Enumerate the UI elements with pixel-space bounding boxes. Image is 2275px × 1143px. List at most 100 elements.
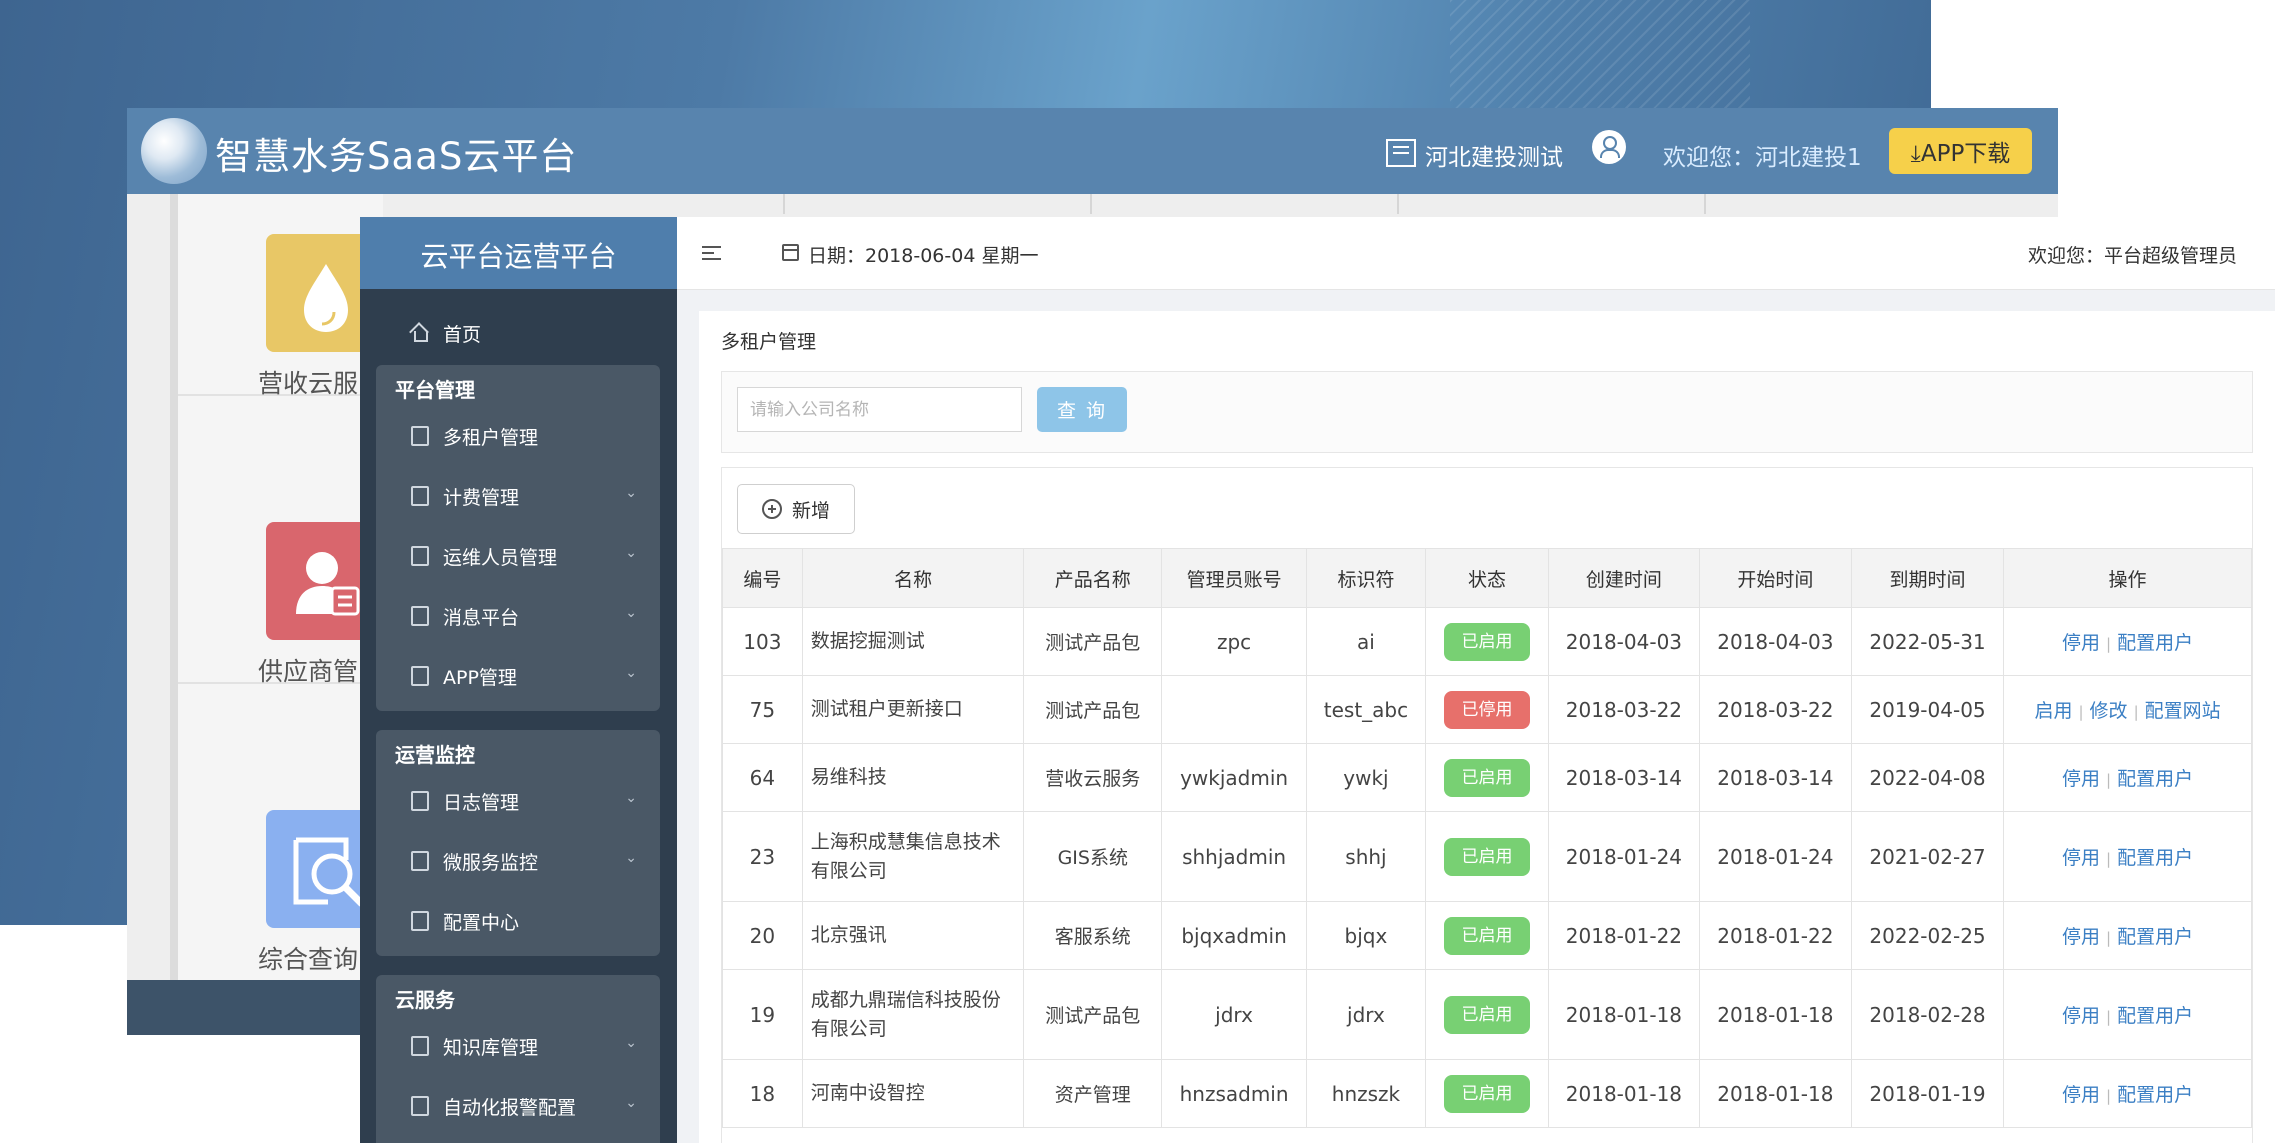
menu-toggle-icon[interactable]: [702, 246, 721, 260]
config-icon: [411, 911, 429, 931]
app-download-button[interactable]: ⤓APP下载: [1889, 128, 2032, 174]
sidebar-item-label: 微服务监控: [443, 851, 539, 874]
chevron-down-icon: ⌄: [625, 485, 637, 501]
sidebar-item-staff[interactable]: 运维人员管理 ⌄: [411, 536, 661, 576]
sidebar-item-billing[interactable]: 计费管理 ⌄: [411, 476, 661, 516]
row-action-link[interactable]: 停用: [2062, 926, 2100, 948]
column-header: 名称: [801, 548, 1025, 608]
sidebar-item-message[interactable]: 消息平台 ⌄: [411, 596, 661, 636]
status-badge: 已启用: [1443, 1074, 1530, 1113]
sidebar-item-label: 运维人员管理: [443, 546, 558, 569]
home-icon: [411, 323, 429, 343]
sidebar-item-tenant[interactable]: 多租户管理: [411, 416, 661, 456]
column-header: 操作: [2003, 548, 2252, 608]
status-cell: 已启用: [1424, 969, 1550, 1060]
grid-divider: [1397, 194, 1399, 214]
back-tile-panel: 营收云服 供应商管 综合查询: [178, 194, 386, 1035]
chevron-down-icon: ⌄: [625, 1095, 637, 1111]
water-logo-icon: [141, 118, 207, 184]
tile-label: 营收云服: [258, 369, 359, 398]
actions-cell: 启用 | 修改 | 配置网站: [2003, 675, 2252, 744]
cell-admin: [1161, 675, 1308, 744]
table-row[interactable]: 64 易维科技 营收云服务 ywkjadmin ywkj 已启用 2018-03-14 201…: [722, 743, 2252, 812]
cell-code: ywkj: [1306, 743, 1426, 812]
row-action-link[interactable]: 配置用户: [2117, 632, 2193, 654]
sidebar-item-log[interactable]: 日志管理 ⌄: [411, 781, 661, 821]
sidebar-item-label: 知识库管理: [443, 1036, 539, 1059]
row-action-link[interactable]: 停用: [2062, 1005, 2100, 1027]
cell-id: 64: [722, 743, 803, 812]
column-header: 管理员账号: [1161, 548, 1308, 608]
cell-start: 2018-01-18: [1698, 969, 1852, 1060]
sidebar-item-config[interactable]: 配置中心: [411, 901, 661, 941]
cell-id: 103: [722, 607, 803, 676]
cell-start: 2018-01-24: [1698, 811, 1852, 902]
cell-id: 19: [722, 969, 803, 1060]
action-separator: |: [2078, 703, 2084, 721]
row-action-link[interactable]: 启用: [2034, 700, 2072, 722]
cell-id: 20: [722, 901, 803, 970]
cell-name: 测试租户更新接口: [801, 675, 1025, 744]
row-action-link[interactable]: 配置用户: [2117, 1084, 2193, 1106]
chevron-down-icon: ⌄: [625, 850, 637, 866]
chevron-down-icon: ⌄: [625, 1035, 637, 1051]
row-action-link[interactable]: 配置用户: [2117, 1005, 2193, 1027]
status-badge: 已启用: [1443, 837, 1530, 876]
status-cell: 已启用: [1424, 811, 1550, 902]
status-badge: 已启用: [1443, 916, 1530, 955]
row-action-link[interactable]: 配置用户: [2117, 768, 2193, 790]
add-tenant-button[interactable]: 新增: [737, 484, 855, 534]
row-action-link[interactable]: 配置网站: [2145, 700, 2221, 722]
sidebar-item-microservice[interactable]: 微服务监控 ⌄: [411, 841, 661, 881]
table-row[interactable]: 18 河南中设智控 资产管理 hnzsadmin hnzszk 已启用 2018-01-18…: [722, 1059, 2252, 1128]
table-row[interactable]: 19 成都九鼎瑞信科技股份有限公司 测试产品包 jdrx jdrx 已启用 2018-01-…: [722, 969, 2252, 1060]
billing-icon: [411, 486, 429, 506]
back-company-name[interactable]: 河北建投测试: [1425, 138, 1563, 172]
row-action-link[interactable]: 修改: [2090, 700, 2128, 722]
knowledge-icon: [411, 1036, 429, 1056]
cell-name: 数据挖掘测试: [801, 607, 1025, 676]
tile-label: 综合查询: [258, 945, 359, 974]
actions-cell: 停用 | 配置用户: [2003, 811, 2252, 902]
sidebar-item-knowledge[interactable]: 知识库管理 ⌄: [411, 1026, 661, 1066]
table-header-row: 编号 名称 产品名称 管理员账号 标识符 状态 创建时间 开始时间 到期时间 操作: [722, 548, 2252, 608]
table-row[interactable]: 103 数据挖掘测试 测试产品包 zpc ai 已启用 2018-04-03 2018-04-…: [722, 607, 2252, 676]
table-row[interactable]: 75 测试租户更新接口 测试产品包 test_abc 已停用 2018-03-22 2018…: [722, 675, 2252, 744]
row-action-link[interactable]: 停用: [2062, 847, 2100, 869]
back-footer: [127, 980, 367, 1035]
status-badge: 已启用: [1443, 995, 1530, 1034]
company-search-input[interactable]: [737, 387, 1022, 432]
row-action-link[interactable]: 停用: [2062, 768, 2100, 790]
status-badge: 已启用: [1443, 622, 1530, 661]
alarm-icon: [411, 1096, 429, 1116]
cell-name: 易维科技: [801, 743, 1025, 812]
column-header: 开始时间: [1698, 548, 1852, 608]
row-action-link[interactable]: 停用: [2062, 1084, 2100, 1106]
tenant-icon: [411, 426, 429, 446]
row-action-link[interactable]: 配置用户: [2117, 847, 2193, 869]
status-badge: 已停用: [1443, 690, 1530, 729]
row-action-link[interactable]: 停用: [2062, 632, 2100, 654]
sidebar-item-alarm[interactable]: 自动化报警配置 ⌄: [411, 1086, 661, 1126]
sidebar-item-label: 多租户管理: [443, 426, 539, 449]
cell-name: 北京强讯: [801, 901, 1025, 970]
cell-name: 河南中设智控: [801, 1059, 1025, 1128]
topbar-date: 日期：2018-06-04 星期一: [808, 245, 1039, 267]
sidebar-item-app[interactable]: APP管理 ⌄: [411, 656, 661, 696]
cell-code: jdrx: [1306, 969, 1426, 1060]
status-cell: 已启用: [1424, 901, 1550, 970]
table-row[interactable]: 23 上海积成慧集信息技术有限公司 GIS系统 shhjadmin shhj 已启用 201…: [722, 811, 2252, 902]
nav-group-title: 云服务: [395, 988, 455, 1012]
cell-end: 2022-02-25: [1850, 901, 2005, 970]
table-row[interactable]: 20 北京强讯 客服系统 bjqxadmin bjqx 已启用 2018-01-22 2018…: [722, 901, 2252, 970]
grid-divider: [1704, 194, 1706, 214]
sidebar-item-home[interactable]: 首页: [411, 313, 481, 353]
cell-code: test_abc: [1306, 675, 1426, 744]
query-button[interactable]: 查 询: [1037, 387, 1127, 432]
cell-product: GIS系统: [1023, 811, 1163, 902]
cell-id: 23: [722, 811, 803, 902]
user-icon[interactable]: [1592, 130, 1626, 164]
cell-admin: bjqxadmin: [1161, 901, 1308, 970]
cell-code: shhj: [1306, 811, 1426, 902]
row-action-link[interactable]: 配置用户: [2117, 926, 2193, 948]
